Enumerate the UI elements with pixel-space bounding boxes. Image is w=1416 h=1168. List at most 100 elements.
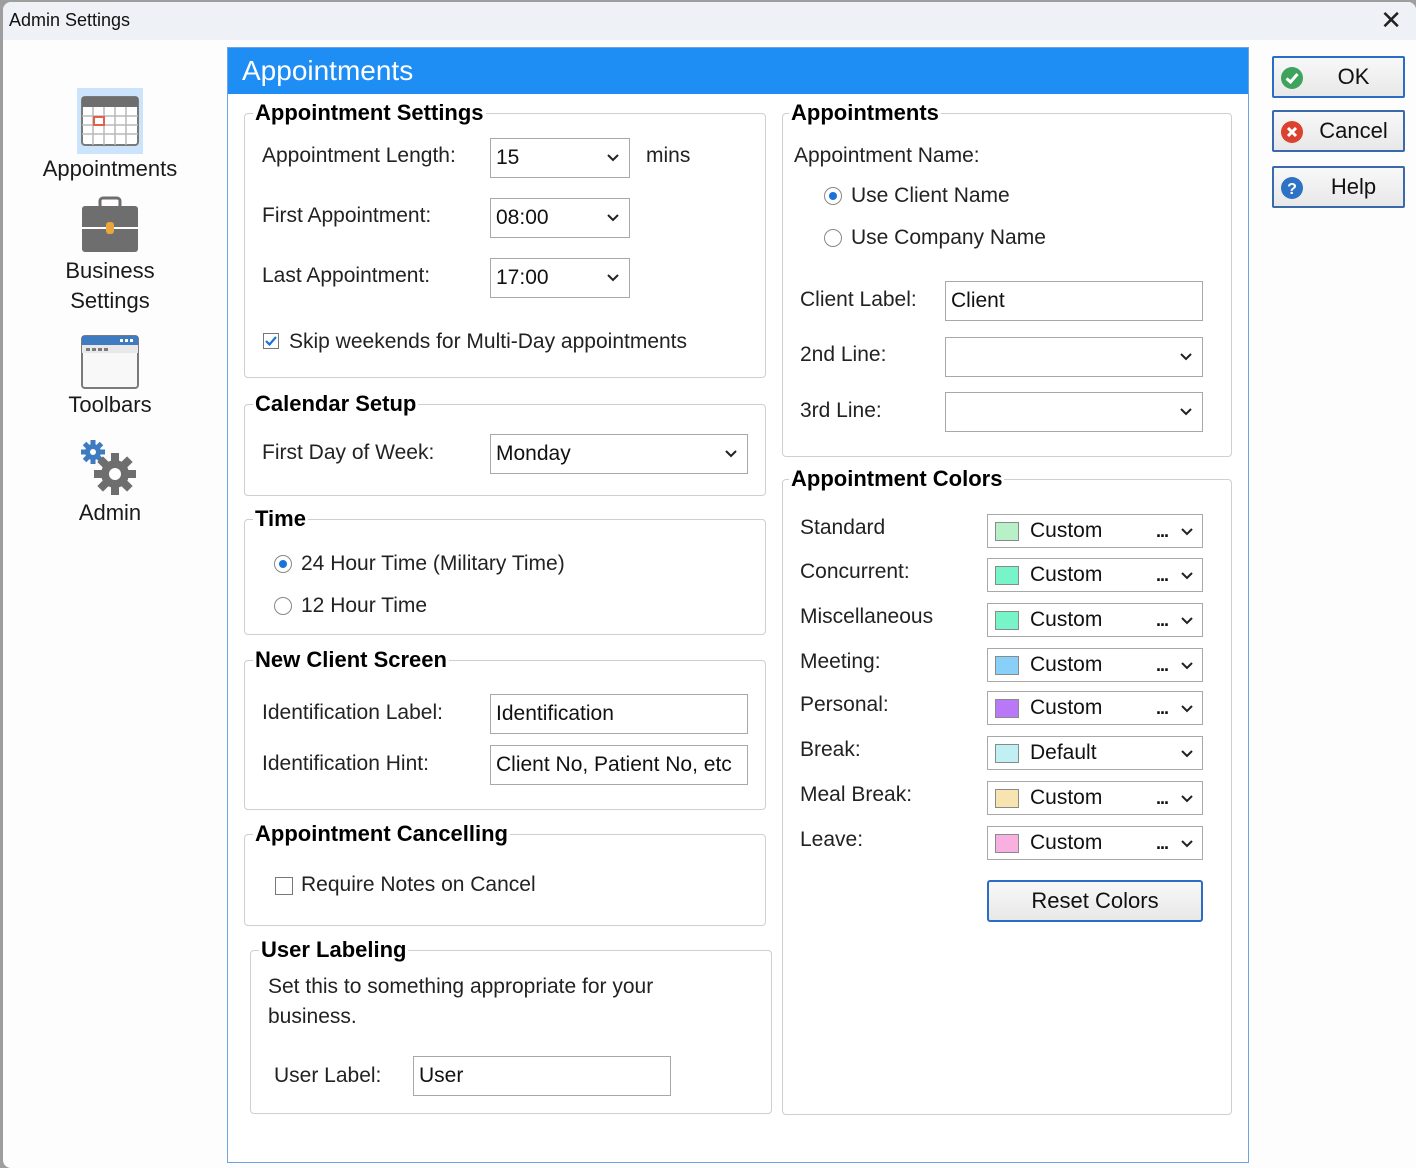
input-value: Client No, Patient No, etc — [496, 753, 732, 776]
first-day-label: First Day of Week: — [262, 441, 435, 464]
sidebar-item-business-settings[interactable]: Business Settings — [23, 196, 197, 316]
appointment-name-label: Appointment Name: — [794, 144, 980, 167]
color-value: Custom — [1030, 608, 1103, 631]
sidebar-item-label: Toolbars — [68, 392, 152, 417]
appointment-length-select[interactable]: 15 — [490, 138, 630, 178]
user-label-label: User Label: — [274, 1064, 382, 1087]
new-client-screen-group: New Client Screen Identification Label: … — [244, 647, 766, 810]
sidebar-item-label: Appointments — [42, 156, 178, 181]
cancel-button[interactable]: Cancel — [1272, 110, 1405, 152]
color-row-label: Concurrent: — [800, 560, 910, 583]
require-notes-label: Require Notes on Cancel — [301, 873, 536, 896]
chevron-down-icon — [1179, 835, 1195, 851]
color-picker-select[interactable]: Custom... — [987, 514, 1203, 548]
skip-weekends-checkbox[interactable] — [263, 333, 279, 349]
first-day-select[interactable]: Monday — [490, 434, 748, 474]
more-options-ellipsis-icon[interactable]: ... — [1156, 517, 1169, 545]
color-picker-select[interactable]: Custom... — [987, 558, 1203, 592]
color-value: Custom — [1030, 786, 1103, 809]
help-button[interactable]: ? Help — [1272, 166, 1405, 208]
appointment-cancelling-group: Appointment Cancelling Require Notes on … — [244, 821, 766, 926]
24-hour-radio[interactable] — [274, 555, 292, 573]
sidebar-item-toolbars[interactable]: Toolbars — [23, 334, 197, 420]
color-row-label: Meeting: — [800, 650, 881, 673]
identification-hint-input[interactable]: Client No, Patient No, etc — [490, 745, 748, 785]
window-title: Admin Settings — [9, 10, 131, 30]
more-options-ellipsis-icon[interactable]: ... — [1156, 694, 1169, 722]
color-picker-select[interactable]: Custom... — [987, 691, 1203, 725]
cancel-label: Cancel — [1319, 118, 1388, 143]
identification-label-input[interactable]: Identification — [490, 694, 748, 734]
input-value: User — [419, 1064, 464, 1087]
help-circle-icon: ? — [1281, 177, 1303, 199]
gears-icon — [81, 440, 136, 495]
more-options-ellipsis-icon[interactable]: ... — [1156, 561, 1169, 589]
color-swatch — [995, 566, 1019, 585]
ok-button[interactable]: OK — [1272, 56, 1405, 98]
close-icon[interactable]: ✕ — [1380, 6, 1402, 34]
color-value: Custom — [1030, 563, 1103, 586]
color-picker-select[interactable]: Default — [987, 736, 1203, 770]
identification-hint-label: Identification Hint: — [262, 752, 429, 775]
second-line-select[interactable] — [945, 337, 1203, 377]
color-picker-select[interactable]: Custom... — [987, 826, 1203, 860]
chevron-down-icon — [1179, 790, 1195, 806]
third-line-label: 3rd Line: — [800, 399, 882, 422]
sidebar-item-admin[interactable]: Admin — [23, 438, 197, 528]
check-circle-icon — [1281, 67, 1303, 89]
color-value: Default — [1030, 741, 1097, 764]
chevron-down-icon — [605, 209, 621, 225]
color-row-label: Standard — [800, 516, 886, 539]
last-appointment-label: Last Appointment: — [262, 264, 431, 287]
color-picker-select[interactable]: Custom... — [987, 781, 1203, 815]
use-company-name-radio[interactable] — [824, 229, 842, 247]
sidebar-item-label: Business — [65, 258, 155, 283]
more-options-ellipsis-icon[interactable]: ... — [1156, 829, 1169, 857]
use-client-name-radio[interactable] — [824, 187, 842, 205]
appointment-settings-group: Appointment Settings Appointment Length:… — [244, 100, 766, 378]
panel-title: Appointments — [242, 55, 414, 86]
group-title: Time — [253, 506, 308, 532]
chevron-down-icon — [1178, 403, 1194, 419]
client-label-input[interactable]: Client — [945, 281, 1203, 321]
time-group: Time 24 Hour Time (Military Time) 12 Hou… — [244, 506, 766, 635]
color-value: Custom — [1030, 696, 1103, 719]
sidebar-item-appointments[interactable]: Appointments — [23, 88, 197, 184]
input-value: Identification — [496, 702, 614, 725]
24-hour-label: 24 Hour Time (Military Time) — [301, 552, 565, 575]
12-hour-label: 12 Hour Time — [301, 594, 428, 617]
sidebar-item-label: Settings — [70, 288, 150, 313]
panel-header: Appointments — [228, 48, 1248, 94]
chevron-down-icon — [1179, 700, 1195, 716]
chevron-down-icon — [1178, 348, 1194, 364]
length-unit-label: mins — [646, 144, 691, 167]
group-title: New Client Screen — [253, 647, 449, 673]
appointment-length-label: Appointment Length: — [262, 144, 456, 167]
first-appointment-select[interactable]: 08:00 — [490, 198, 630, 238]
ok-label: OK — [1337, 64, 1370, 89]
color-picker-select[interactable]: Custom... — [987, 603, 1203, 637]
sidebar-item-label: Admin — [78, 500, 142, 525]
third-line-select[interactable] — [945, 392, 1203, 432]
briefcase-icon — [82, 196, 138, 252]
chevron-down-icon — [1179, 567, 1195, 583]
use-client-name-label: Use Client Name — [851, 184, 1010, 207]
color-swatch — [995, 611, 1019, 630]
reset-colors-label: Reset Colors — [1031, 888, 1159, 913]
help-label: Help — [1330, 174, 1377, 199]
admin-settings-window: Admin Settings ✕ Appointments Business S… — [3, 2, 1416, 1168]
more-options-ellipsis-icon[interactable]: ... — [1156, 651, 1169, 679]
svg-text:?: ? — [1287, 181, 1297, 198]
more-options-ellipsis-icon[interactable]: ... — [1156, 606, 1169, 634]
more-options-ellipsis-icon[interactable]: ... — [1156, 784, 1169, 812]
last-appointment-select[interactable]: 17:00 — [490, 258, 630, 298]
selected-value: 15 — [496, 146, 520, 169]
color-swatch — [995, 834, 1019, 853]
color-picker-select[interactable]: Custom... — [987, 648, 1203, 682]
color-row-label: Personal: — [800, 693, 889, 716]
reset-colors-button[interactable]: Reset Colors — [987, 880, 1203, 922]
user-label-input[interactable]: User — [413, 1056, 671, 1096]
require-notes-checkbox[interactable] — [275, 877, 293, 895]
12-hour-radio[interactable] — [274, 597, 292, 615]
cancel-circle-icon — [1281, 121, 1303, 143]
